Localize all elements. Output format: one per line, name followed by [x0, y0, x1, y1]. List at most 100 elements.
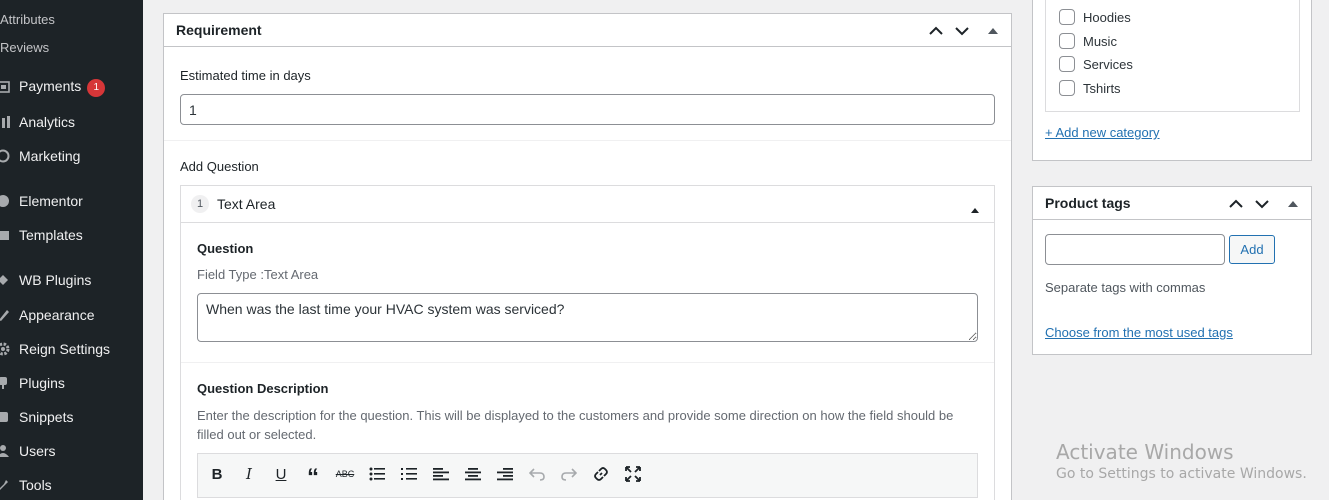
- move-down-icon[interactable]: [1251, 193, 1273, 215]
- sidebar-item-marketing[interactable]: Marketing: [0, 143, 143, 169]
- sidebar-item-label: Payments: [19, 77, 82, 94]
- strikethrough-button[interactable]: ABC: [333, 462, 357, 486]
- activate-windows-title: Activate Windows: [1056, 440, 1234, 464]
- question-textarea[interactable]: When was the last time your HVAC system …: [197, 293, 978, 342]
- add-question-label: Add Question: [180, 159, 259, 174]
- category-item[interactable]: Music: [1059, 33, 1117, 49]
- category-item[interactable]: Services: [1059, 56, 1133, 72]
- sidebar-item-users[interactable]: Users: [0, 438, 143, 464]
- question-number: 1: [191, 195, 209, 213]
- sidebar-item-label: Reign Settings: [19, 341, 111, 357]
- plug-icon: [0, 374, 12, 392]
- question-description-label: Question Description: [197, 381, 329, 396]
- undo-icon[interactable]: [525, 462, 549, 486]
- sidebar-item-snippets[interactable]: Snippets: [0, 404, 143, 430]
- tags-hint: Separate tags with commas: [1045, 280, 1206, 295]
- product-tags-title: Product tags: [1045, 195, 1131, 211]
- activate-windows-subtitle: Go to Settings to activate Windows.: [1056, 466, 1307, 482]
- sidebar-item-plugins[interactable]: Plugins: [0, 370, 143, 396]
- collapse-toggle-icon[interactable]: [1282, 193, 1304, 215]
- estimated-time-input[interactable]: [180, 94, 995, 125]
- move-up-icon[interactable]: [925, 20, 947, 42]
- sidebar-item-label: Tools: [19, 477, 52, 493]
- align-center-icon[interactable]: [461, 462, 485, 486]
- divider: [164, 140, 1011, 141]
- italic-button[interactable]: I: [237, 462, 261, 486]
- sidebar-item-label: Snippets: [19, 409, 74, 425]
- move-up-icon[interactable]: [1225, 193, 1247, 215]
- blockquote-button[interactable]: “: [301, 462, 325, 491]
- users-icon: [0, 442, 12, 460]
- sidebar-item-elementor[interactable]: Elementor: [0, 188, 143, 214]
- link-icon[interactable]: [589, 462, 613, 486]
- sidebar-item-appearance[interactable]: Appearance: [0, 302, 143, 328]
- align-right-icon[interactable]: [493, 462, 517, 486]
- choose-tags-link[interactable]: Choose from the most used tags: [1045, 325, 1233, 340]
- wrench-icon: [0, 476, 12, 494]
- redo-icon[interactable]: [557, 462, 581, 486]
- category-checkbox[interactable]: [1059, 56, 1075, 72]
- bar-chart-icon: [0, 113, 12, 131]
- tag-input[interactable]: [1045, 234, 1225, 265]
- payments-icon: [0, 78, 12, 96]
- requirement-title: Requirement: [176, 22, 262, 38]
- category-checkbox[interactable]: [1059, 80, 1075, 96]
- admin-sidebar: Attributes Reviews Payments 1 Analytics M…: [0, 0, 143, 500]
- product-tags-metabox: Product tags Add Separate tags with comm…: [1032, 186, 1312, 355]
- question-description-help: Enter the description for the question. …: [197, 408, 954, 442]
- sidebar-item-label: Elementor: [19, 193, 83, 209]
- editor-toolbar: B I U “ ABC: [197, 453, 978, 498]
- sidebar-item-analytics[interactable]: Analytics: [0, 109, 143, 135]
- bold-button[interactable]: B: [205, 462, 229, 486]
- sidebar-item-label: WB Plugins: [19, 272, 92, 288]
- sidebar-item-wb-plugins[interactable]: WB Plugins: [0, 267, 143, 293]
- add-tag-button[interactable]: Add: [1229, 235, 1275, 264]
- sidebar-item-label: Templates: [19, 227, 83, 243]
- category-checkbox[interactable]: [1059, 9, 1075, 25]
- notification-badge: 1: [87, 78, 106, 97]
- divider: [181, 362, 994, 363]
- move-down-icon[interactable]: [951, 20, 973, 42]
- fullscreen-icon[interactable]: [621, 462, 645, 486]
- categories-metabox: Hoodies Music Services Tshirts + Add new…: [1032, 0, 1312, 161]
- align-left-icon[interactable]: [429, 462, 453, 486]
- category-label: Services: [1083, 56, 1133, 72]
- collapse-toggle-icon[interactable]: [982, 20, 1004, 42]
- sidebar-item-label: Analytics: [19, 114, 76, 130]
- category-item[interactable]: Tshirts: [1059, 80, 1121, 96]
- megaphone-icon: [0, 147, 12, 165]
- add-new-category-link[interactable]: + Add new category: [1045, 125, 1160, 140]
- sidebar-item-payments[interactable]: Payments 1: [0, 74, 143, 100]
- question-body: Question Field Type :Text Area When was …: [180, 222, 995, 500]
- question-label: Question: [197, 241, 254, 256]
- requirement-metabox: Requirement Estimated time in days Add Q…: [163, 13, 1012, 500]
- sidebar-item-label: Appearance: [19, 307, 95, 323]
- plugin-icon: [0, 271, 12, 289]
- folder-icon: [0, 226, 12, 244]
- category-checkbox[interactable]: [1059, 33, 1075, 49]
- category-label: Hoodies: [1083, 9, 1131, 25]
- sidebar-item-label: Marketing: [19, 148, 81, 164]
- scissors-icon: [0, 408, 12, 426]
- submenu-reviews[interactable]: Reviews: [0, 38, 49, 58]
- question-type-title: Text Area: [217, 196, 276, 212]
- submenu-attributes[interactable]: Attributes: [0, 10, 55, 30]
- collapse-caret-icon[interactable]: [971, 201, 979, 216]
- category-label: Music: [1083, 33, 1117, 49]
- requirement-header: Requirement: [164, 14, 1011, 47]
- underline-button[interactable]: U: [269, 462, 293, 486]
- brush-icon: [0, 306, 12, 324]
- question-accordion-header[interactable]: 1 Text Area: [180, 185, 995, 223]
- sidebar-item-tools[interactable]: Tools: [0, 472, 143, 498]
- numbered-list-icon[interactable]: [397, 462, 421, 486]
- sidebar-item-templates[interactable]: Templates: [0, 222, 143, 248]
- bullet-list-icon[interactable]: [365, 462, 389, 486]
- category-label: Tshirts: [1083, 80, 1121, 96]
- sidebar-item-reign-settings[interactable]: Reign Settings: [0, 336, 143, 362]
- elementor-icon: [0, 192, 12, 210]
- category-list: Hoodies Music Services Tshirts: [1045, 0, 1300, 112]
- sidebar-item-label: Users: [19, 443, 56, 459]
- category-item[interactable]: Hoodies: [1059, 9, 1131, 25]
- sidebar-item-label: Plugins: [19, 375, 65, 391]
- field-type-text: Field Type :Text Area: [197, 267, 319, 282]
